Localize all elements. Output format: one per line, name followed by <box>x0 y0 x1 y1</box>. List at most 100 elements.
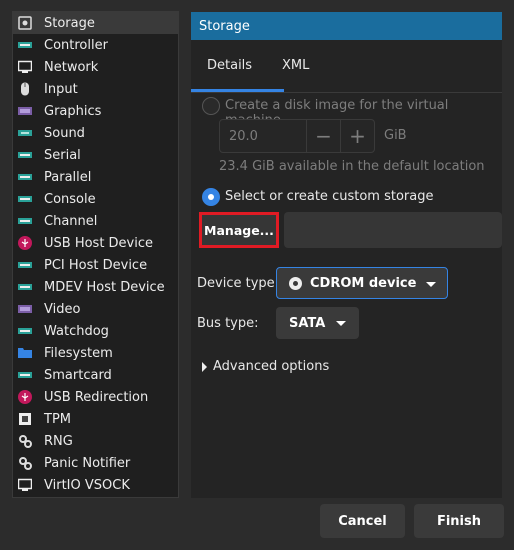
sidebar-item-panic-notifier[interactable]: Panic Notifier <box>13 452 178 474</box>
tab-details[interactable]: Details <box>207 58 252 84</box>
sidebar-item-label: Input <box>44 81 78 97</box>
device-type-dropdown[interactable]: CDROM device <box>276 267 448 299</box>
sidebar-item-controller[interactable]: Controller <box>13 34 178 56</box>
sidebar-item-serial[interactable]: Serial <box>13 144 178 166</box>
sidebar-item-parallel[interactable]: Parallel <box>13 166 178 188</box>
smartcard-icon <box>18 368 32 382</box>
sidebar-item-graphics[interactable]: Graphics <box>13 100 178 122</box>
sidebar-item-label: USB Redirection <box>44 389 149 405</box>
sidebar-item-tpm[interactable]: TPM <box>13 408 178 430</box>
sidebar-item-rng[interactable]: RNG <box>13 430 178 452</box>
console-icon <box>18 192 32 206</box>
tab-divider <box>191 92 502 93</box>
sidebar-item-usb-redirection[interactable]: USB Redirection <box>13 386 178 408</box>
device-type-value: CDROM device <box>310 275 417 291</box>
rng-gear-icon <box>18 434 32 448</box>
sidebar-item-console[interactable]: Console <box>13 188 178 210</box>
manage-button-label: Manage... <box>204 222 274 238</box>
sidebar-item-label: MDEV Host Device <box>44 279 165 295</box>
sidebar-item-label: Controller <box>44 37 108 53</box>
expander-arrow-icon <box>202 361 207 372</box>
disk-size-spinner[interactable]: 20.0 − + <box>219 119 375 153</box>
network-icon <box>18 60 32 74</box>
advanced-options-expander[interactable]: Advanced options <box>202 359 329 374</box>
sidebar-item-label: Serial <box>44 147 81 163</box>
graphics-icon <box>18 104 32 118</box>
pci-icon <box>18 258 32 272</box>
sidebar-item-label: Video <box>44 301 81 317</box>
device-type-list[interactable]: Storage Controller Network Input Graphic… <box>12 11 179 498</box>
device-type-label: Device type: <box>197 276 280 291</box>
sidebar-item-channel[interactable]: Channel <box>13 210 178 232</box>
controller-icon <box>18 38 32 52</box>
decrease-size-button[interactable]: − <box>306 120 340 152</box>
sidebar-item-label: Parallel <box>44 169 92 185</box>
storage-path-input[interactable] <box>284 212 502 248</box>
sidebar-item-network[interactable]: Network <box>13 56 178 78</box>
sidebar-item-label: Panic Notifier <box>44 455 131 471</box>
serial-icon <box>18 148 32 162</box>
bus-type-dropdown[interactable]: SATA <box>276 307 359 339</box>
folder-icon <box>18 346 32 360</box>
custom-storage-radio[interactable] <box>202 188 220 206</box>
sidebar-item-smartcard[interactable]: Smartcard <box>13 364 178 386</box>
cancel-button[interactable]: Cancel <box>320 504 405 538</box>
sidebar-item-label: VirtIO VSOCK <box>44 477 130 493</box>
page-title-text: Storage <box>199 18 250 34</box>
mouse-icon <box>18 82 32 96</box>
sidebar-item-usb-host-device[interactable]: USB Host Device <box>13 232 178 254</box>
create-disk-image-radio[interactable] <box>202 97 220 115</box>
bus-type-value: SATA <box>289 315 326 331</box>
vsock-icon <box>18 478 32 492</box>
sidebar-item-label: Console <box>44 191 96 207</box>
finish-button[interactable]: Finish <box>414 504 504 538</box>
storage-details-panel: Details XML Create a disk image for the … <box>191 40 502 498</box>
advanced-options-label: Advanced options <box>213 359 330 374</box>
chevron-down-icon <box>426 282 436 287</box>
video-icon <box>18 302 32 316</box>
finish-button-label: Finish <box>436 513 482 529</box>
sidebar-item-label: Storage <box>44 15 95 31</box>
page-title: Storage <box>191 12 502 40</box>
cancel-button-label: Cancel <box>338 513 387 529</box>
sidebar-item-storage[interactable]: Storage <box>13 12 178 34</box>
available-space-text: 23.4 GiB available in the default locati… <box>219 159 485 174</box>
sidebar-item-label: RNG <box>44 433 73 449</box>
sidebar-item-label: Network <box>44 59 99 75</box>
sidebar-item-virtio-vsock[interactable]: VirtIO VSOCK <box>13 474 178 496</box>
manage-button[interactable]: Manage... <box>199 212 279 248</box>
channel-icon <box>18 214 32 228</box>
sidebar-item-label: TPM <box>44 411 71 427</box>
sidebar-item-sound[interactable]: Sound <box>13 122 178 144</box>
sidebar-item-input[interactable]: Input <box>13 78 178 100</box>
sidebar-item-label: Filesystem <box>44 345 113 361</box>
sidebar-item-label: Watchdog <box>44 323 109 339</box>
sidebar-item-label: Channel <box>44 213 98 229</box>
sidebar-item-pci-host-device[interactable]: PCI Host Device <box>13 254 178 276</box>
sound-icon <box>18 126 32 140</box>
sidebar-item-label: Sound <box>44 125 85 141</box>
panic-gear-icon <box>18 456 32 470</box>
tpm-icon <box>18 412 32 426</box>
sidebar-item-watchdog[interactable]: Watchdog <box>13 320 178 342</box>
sidebar-item-label: PCI Host Device <box>44 257 148 273</box>
increase-size-button[interactable]: + <box>340 120 374 152</box>
disk-size-unit: GiB <box>384 128 407 143</box>
parallel-icon <box>18 170 32 184</box>
chevron-down-icon <box>336 321 346 326</box>
cdrom-icon <box>289 276 302 290</box>
usb-redirection-icon <box>18 390 32 404</box>
tab-xml[interactable]: XML <box>282 58 309 84</box>
bus-type-label: Bus type: <box>197 316 259 331</box>
sidebar-item-label: USB Host Device <box>44 235 154 251</box>
mdev-icon <box>18 280 32 294</box>
sidebar-item-mdev-host-device[interactable]: MDEV Host Device <box>13 276 178 298</box>
sidebar-item-filesystem[interactable]: Filesystem <box>13 342 178 364</box>
sidebar-item-label: Smartcard <box>44 367 112 383</box>
tab-bar: Details XML <box>191 58 502 84</box>
watchdog-icon <box>18 324 32 338</box>
usb-icon <box>18 236 32 250</box>
custom-storage-label: Select or create custom storage <box>225 189 434 204</box>
sidebar-item-video[interactable]: Video <box>13 298 178 320</box>
disk-size-value: 20.0 <box>229 129 258 144</box>
